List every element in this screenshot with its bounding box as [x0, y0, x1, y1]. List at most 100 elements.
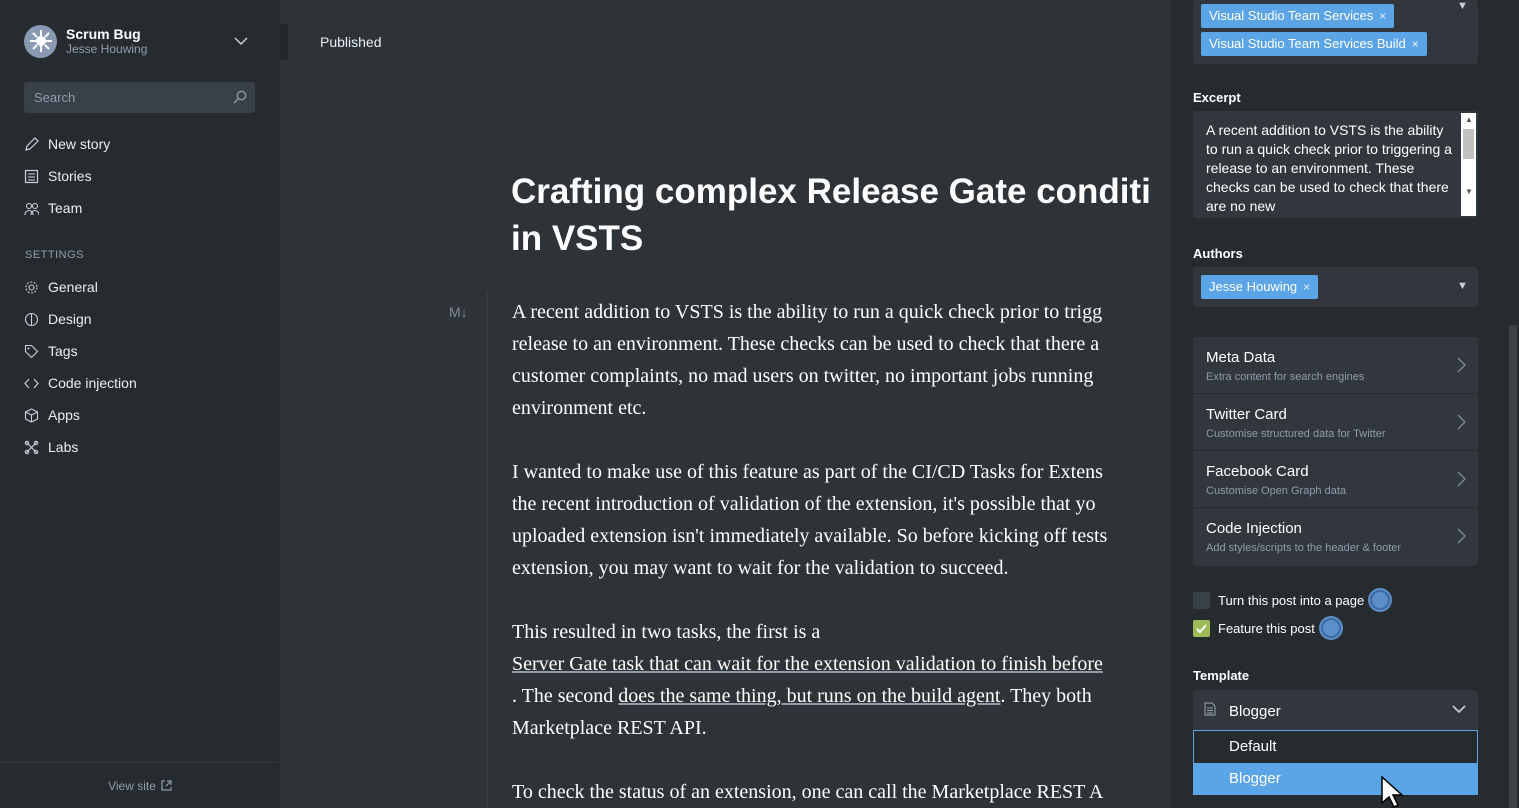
tags-input[interactable]: Visual Studio Team Services × Visual Stud…: [1193, 0, 1478, 64]
mouse-cursor-icon: [1381, 775, 1404, 808]
text-line: A recent addition to VSTS is the ability…: [512, 301, 1103, 323]
chevron-down-icon[interactable]: [1452, 704, 1466, 714]
nav-stories[interactable]: Stories: [24, 160, 264, 192]
help-icon[interactable]: [1318, 616, 1343, 640]
feature-toggle-row: Feature this post: [1193, 616, 1343, 640]
paragraph: I wanted to make use of this feature as …: [512, 456, 1202, 584]
page-toggle-row: Turn this post into a page: [1193, 588, 1393, 612]
nav-label: Design: [48, 311, 92, 327]
remove-author-icon[interactable]: ×: [1303, 280, 1310, 294]
scroll-up-icon[interactable]: ▲: [1465, 115, 1473, 124]
apps-icon: [24, 407, 40, 423]
author-chip[interactable]: Jesse Houwing ×: [1201, 275, 1319, 299]
template-option-blogger[interactable]: Blogger: [1194, 763, 1477, 795]
document-icon: [1204, 702, 1216, 716]
excerpt-scrollbar[interactable]: ▲ ▼: [1461, 113, 1476, 216]
server-gate-link[interactable]: Server Gate task that can wait for the e…: [512, 653, 1103, 675]
labs-icon: [24, 439, 40, 455]
menu-title: Code Injection: [1206, 520, 1302, 537]
remove-tag-icon[interactable]: ×: [1412, 37, 1419, 51]
remove-tag-icon[interactable]: ×: [1379, 9, 1386, 23]
nav-code-injection[interactable]: Code injection: [24, 367, 264, 399]
nav-general[interactable]: General: [24, 271, 264, 303]
post-status: Published: [320, 34, 382, 50]
scroll-down-icon[interactable]: ▼: [1465, 187, 1473, 196]
post-body[interactable]: A recent addition to VSTS is the ability…: [512, 296, 1202, 808]
menu-subtitle: Customise structured data for Twitter: [1206, 428, 1386, 440]
page-checkbox[interactable]: [1193, 591, 1210, 609]
feature-checkbox[interactable]: [1193, 619, 1210, 637]
nav-label: Team: [48, 200, 83, 216]
dropdown-caret-icon[interactable]: ▼: [1457, 0, 1468, 12]
menu-code-injection[interactable]: Code Injection Add styles/scripts to the…: [1193, 508, 1478, 565]
excerpt-scroll-thumb[interactable]: [1463, 129, 1474, 159]
paragraph: This resulted in two tasks, the first is…: [512, 616, 1202, 744]
menu-twitter-card[interactable]: Twitter Card Customise structured data f…: [1193, 394, 1478, 451]
team-icon: [24, 200, 40, 216]
blog-name: Scrum Bug: [66, 25, 141, 42]
paragraph: To check the status of an extension, one…: [512, 776, 1202, 808]
pencil-icon: [24, 136, 40, 152]
feature-toggle-label: Feature this post: [1218, 620, 1315, 636]
text-fragment: . They both: [1000, 685, 1092, 707]
nav-design[interactable]: Design: [24, 303, 264, 335]
text-line: extension, you may want to wait for the …: [512, 557, 1009, 579]
menu-facebook-card[interactable]: Facebook Card Customise Open Graph data: [1193, 451, 1478, 508]
checkmark-icon: [1196, 623, 1207, 633]
menu-subtitle: Add styles/scripts to the header & foote…: [1206, 542, 1402, 554]
blog-switcher[interactable]: Scrum Bug Jesse Houwing: [24, 22, 256, 60]
nav-team[interactable]: Team: [24, 192, 264, 224]
dropdown-caret-icon[interactable]: ▼: [1457, 280, 1468, 292]
post-title-line: Crafting complex Release Gate conditi: [511, 172, 1151, 211]
tag-chip[interactable]: Visual Studio Team Services Build ×: [1201, 32, 1427, 56]
menu-title: Facebook Card: [1206, 463, 1309, 480]
main-nav: New story Stories Team: [24, 128, 264, 224]
text-line: To check the status of an extension, one…: [512, 781, 1104, 803]
tag-label: Visual Studio Team Services: [1209, 8, 1374, 23]
panel-scrollbar[interactable]: [1506, 0, 1519, 808]
authors-input[interactable]: Jesse Houwing × ▼: [1193, 267, 1478, 307]
page-toggle-label: Turn this post into a page: [1218, 592, 1365, 608]
view-site-link[interactable]: View site: [0, 762, 280, 808]
nav-label: New story: [48, 136, 111, 152]
template-select[interactable]: Blogger: [1193, 690, 1478, 730]
code-icon: [24, 375, 40, 391]
nav-tags[interactable]: Tags: [24, 335, 264, 367]
text-line: the recent introduction of validation of…: [512, 493, 1096, 515]
excerpt-text: A recent addition to VSTS is the ability…: [1206, 122, 1452, 214]
search-icon[interactable]: [233, 90, 247, 104]
help-icon[interactable]: [1368, 588, 1393, 612]
menu-meta-data[interactable]: Meta Data Extra content for search engin…: [1193, 337, 1478, 394]
search-box: [24, 82, 255, 113]
sidebar-resize-handle[interactable]: [280, 24, 288, 60]
nav-label: General: [48, 279, 98, 295]
list-icon: [24, 168, 40, 184]
excerpt-textarea[interactable]: A recent addition to VSTS is the ability…: [1193, 111, 1478, 218]
nav-label: Tags: [48, 343, 78, 359]
chevron-down-icon[interactable]: [234, 34, 248, 48]
menu-title: Twitter Card: [1206, 406, 1287, 423]
text-line: This resulted in two tasks, the first is…: [512, 621, 821, 643]
post-title[interactable]: Crafting complex Release Gate conditi in…: [511, 168, 1211, 262]
text-line: I wanted to make use of this feature as …: [512, 461, 1103, 483]
sidebar: Scrum Bug Jesse Houwing New story Storie…: [0, 0, 280, 808]
editor-divider: [487, 292, 488, 808]
markdown-icon[interactable]: M↓: [449, 304, 468, 320]
build-agent-link[interactable]: does the same thing, but runs on the bui…: [618, 685, 1000, 707]
author-label: Jesse Houwing: [1209, 279, 1298, 294]
scrollbar-thumb[interactable]: [1509, 325, 1517, 808]
tag-label: Visual Studio Team Services Build: [1209, 36, 1406, 51]
chevron-right-icon: [1457, 357, 1466, 373]
nav-new-story[interactable]: New story: [24, 128, 264, 160]
search-input[interactable]: [24, 82, 224, 113]
tag-chip[interactable]: Visual Studio Team Services ×: [1201, 4, 1395, 28]
nav-labs[interactable]: Labs: [24, 431, 264, 463]
text-line: Marketplace REST API.: [512, 717, 707, 739]
text-fragment: . The second: [512, 685, 619, 707]
nav-apps[interactable]: Apps: [24, 399, 264, 431]
template-dropdown: Default Blogger: [1193, 730, 1478, 795]
menu-subtitle: Extra content for search engines: [1206, 371, 1365, 383]
menu-subtitle: Customise Open Graph data: [1206, 485, 1347, 497]
settings-nav: General Design Tags Code injection Apps …: [24, 271, 264, 463]
template-option-default[interactable]: Default: [1194, 731, 1477, 763]
